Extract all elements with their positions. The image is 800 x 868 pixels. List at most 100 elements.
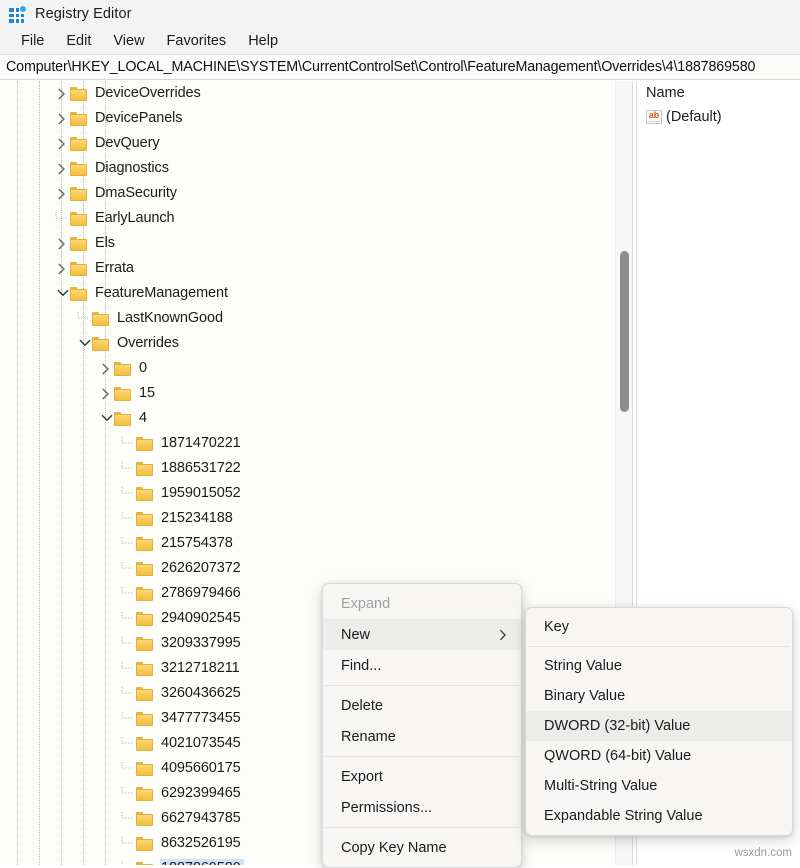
menu-favorites[interactable]: Favorites bbox=[156, 31, 238, 52]
menu-item-label: Export bbox=[341, 769, 383, 785]
tree-leaf-connector bbox=[120, 781, 136, 806]
tree-leaf-connector bbox=[120, 806, 136, 831]
chevron-right-icon[interactable] bbox=[54, 131, 70, 156]
menu-item-key[interactable]: Key bbox=[526, 612, 792, 642]
tree-item-label: 1959015052 bbox=[160, 484, 244, 503]
tree-item-label: 3477773455 bbox=[160, 709, 244, 728]
chevron-right-icon bbox=[499, 629, 507, 641]
tree-item-devquery[interactable]: DevQuery bbox=[0, 131, 632, 156]
folder-icon bbox=[136, 562, 153, 576]
tree-scrollbar-thumb[interactable] bbox=[620, 251, 629, 412]
tree-item-label: 4 bbox=[138, 409, 150, 428]
tree-item-1959015052[interactable]: 1959015052 bbox=[0, 481, 632, 506]
menu-file[interactable]: File bbox=[10, 31, 55, 52]
value-column-header-name[interactable]: Name bbox=[637, 81, 800, 105]
value-row[interactable]: ab(Default) bbox=[637, 105, 800, 129]
folder-icon bbox=[70, 287, 87, 301]
tree-item-label: 4095660175 bbox=[160, 759, 244, 778]
tree-item-1871470221[interactable]: 1871470221 bbox=[0, 431, 632, 456]
tree-item-devicepanels[interactable]: DevicePanels bbox=[0, 106, 632, 131]
tree-item-label: 215754378 bbox=[160, 534, 236, 553]
tree-leaf-connector bbox=[120, 481, 136, 506]
menu-item-label: Rename bbox=[341, 729, 396, 745]
tree-item-deviceoverrides[interactable]: DeviceOverrides bbox=[0, 81, 632, 106]
string-value-icon: ab bbox=[646, 110, 662, 124]
chevron-right-icon[interactable] bbox=[54, 156, 70, 181]
tree-leaf-connector bbox=[120, 506, 136, 531]
tree-leaf-connector bbox=[120, 456, 136, 481]
chevron-right-icon[interactable] bbox=[54, 106, 70, 131]
chevron-right-icon[interactable] bbox=[98, 381, 114, 406]
menu-item-rename[interactable]: Rename bbox=[323, 721, 521, 752]
menu-item-string-value[interactable]: String Value bbox=[526, 651, 792, 681]
tree-item-label: LastKnownGood bbox=[116, 309, 226, 328]
menu-item-expand: Expand bbox=[323, 588, 521, 619]
tree-item-label: Els bbox=[94, 234, 118, 253]
tree-item-lastknowngood[interactable]: LastKnownGood bbox=[0, 306, 632, 331]
tree-item-overrides[interactable]: Overrides bbox=[0, 331, 632, 356]
tree-item-earlylaunch[interactable]: EarlyLaunch bbox=[0, 206, 632, 231]
menu-item-copy-key-name[interactable]: Copy Key Name bbox=[323, 832, 521, 863]
tree-item-dmasecurity[interactable]: DmaSecurity bbox=[0, 181, 632, 206]
tree-item-label: 3209337995 bbox=[160, 634, 244, 653]
tree-item-215234188[interactable]: 215234188 bbox=[0, 506, 632, 531]
tree-item-errata[interactable]: Errata bbox=[0, 256, 632, 281]
tree-item-1887869580[interactable]: 1887869580 bbox=[0, 856, 632, 865]
chevron-down-icon[interactable] bbox=[54, 281, 70, 306]
chevron-right-icon[interactable] bbox=[54, 181, 70, 206]
tree-item-label: 2786979466 bbox=[160, 584, 244, 603]
address-bar[interactable]: Computer\HKEY_LOCAL_MACHINE\SYSTEM\Curre… bbox=[0, 55, 800, 80]
folder-icon bbox=[70, 212, 87, 226]
menu-item-expandable-string-value[interactable]: Expandable String Value bbox=[526, 801, 792, 831]
menu-item-find[interactable]: Find... bbox=[323, 650, 521, 681]
menu-item-dword-32-bit-value[interactable]: DWORD (32-bit) Value bbox=[526, 711, 792, 741]
folder-icon bbox=[70, 262, 87, 276]
folder-icon bbox=[114, 387, 131, 401]
tree-item-2626207372[interactable]: 2626207372 bbox=[0, 556, 632, 581]
tree-item-label: Overrides bbox=[116, 334, 182, 353]
chevron-down-icon[interactable] bbox=[98, 406, 114, 431]
tree-item-label: Diagnostics bbox=[94, 159, 172, 178]
chevron-right-icon[interactable] bbox=[98, 356, 114, 381]
menu-edit[interactable]: Edit bbox=[55, 31, 102, 52]
menu-view[interactable]: View bbox=[102, 31, 155, 52]
folder-icon bbox=[136, 612, 153, 626]
menu-item-delete[interactable]: Delete bbox=[323, 690, 521, 721]
menu-item-binary-value[interactable]: Binary Value bbox=[526, 681, 792, 711]
menu-item-permissions[interactable]: Permissions... bbox=[323, 792, 521, 823]
tree-item-0[interactable]: 0 bbox=[0, 356, 632, 381]
tree-leaf-connector bbox=[54, 206, 70, 231]
value-list: ab(Default) bbox=[637, 105, 800, 129]
tree-item-diagnostics[interactable]: Diagnostics bbox=[0, 156, 632, 181]
folder-icon bbox=[70, 162, 87, 176]
chevron-down-icon[interactable] bbox=[76, 331, 92, 356]
menu-item-label: Permissions... bbox=[341, 800, 432, 816]
tree-item-label: EarlyLaunch bbox=[94, 209, 178, 228]
menu-item-export[interactable]: Export bbox=[323, 761, 521, 792]
folder-icon bbox=[70, 237, 87, 251]
context-submenu-new[interactable]: Key String ValueBinary ValueDWORD (32-bit… bbox=[525, 607, 793, 836]
tree-item-els[interactable]: Els bbox=[0, 231, 632, 256]
menu-item-qword-64-bit-value[interactable]: QWORD (64-bit) Value bbox=[526, 741, 792, 771]
tree-item-4[interactable]: 4 bbox=[0, 406, 632, 431]
tree-item-1886531722[interactable]: 1886531722 bbox=[0, 456, 632, 481]
tree-item-15[interactable]: 15 bbox=[0, 381, 632, 406]
chevron-right-icon[interactable] bbox=[54, 231, 70, 256]
menu-item-label: Expandable String Value bbox=[544, 808, 703, 824]
folder-icon bbox=[136, 512, 153, 526]
tree-item-2786979466[interactable]: 2786979466 bbox=[0, 581, 632, 606]
tree-item-featuremanagement[interactable]: FeatureManagement bbox=[0, 281, 632, 306]
tree-item-215754378[interactable]: 215754378 bbox=[0, 531, 632, 556]
menu-help[interactable]: Help bbox=[237, 31, 289, 52]
menu-item-new[interactable]: New bbox=[323, 619, 521, 650]
folder-icon bbox=[136, 662, 153, 676]
menu-item-label: QWORD (64-bit) Value bbox=[544, 748, 691, 764]
registry-path: Computer\HKEY_LOCAL_MACHINE\SYSTEM\Curre… bbox=[6, 59, 755, 75]
tree-item-label: 2626207372 bbox=[160, 559, 244, 578]
context-menu[interactable]: ExpandNew Find... Delete Rename Export Permis… bbox=[322, 583, 522, 868]
menu-item-label: Find... bbox=[341, 658, 381, 674]
chevron-right-icon[interactable] bbox=[54, 81, 70, 106]
chevron-right-icon[interactable] bbox=[54, 256, 70, 281]
tree-item-label: 15 bbox=[138, 384, 158, 403]
menu-item-multi-string-value[interactable]: Multi-String Value bbox=[526, 771, 792, 801]
